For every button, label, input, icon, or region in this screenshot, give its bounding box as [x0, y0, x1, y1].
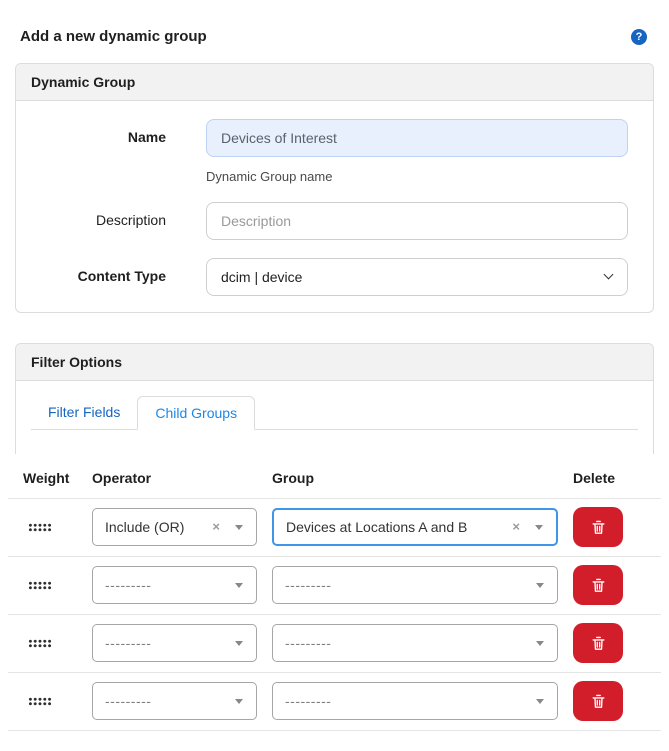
name-field-wrap: Dynamic Group name — [206, 119, 628, 184]
column-header-delete: Delete — [558, 460, 661, 499]
table-row: --------- --------- — [8, 556, 661, 615]
trash-icon — [592, 694, 604, 708]
column-header-operator: Operator — [92, 460, 272, 499]
operator-select[interactable]: --------- — [92, 624, 257, 662]
caret-down-icon — [235, 583, 243, 588]
caret-down-icon — [536, 699, 544, 704]
tab-filter-fields[interactable]: Filter Fields — [31, 396, 137, 430]
page-title: Add a new dynamic group — [20, 28, 207, 45]
drag-handle-icon[interactable] — [28, 522, 52, 532]
operator-placeholder: --------- — [105, 635, 152, 651]
tab-child-groups[interactable]: Child Groups — [137, 396, 256, 430]
delete-row-button[interactable] — [573, 507, 623, 547]
caret-down-icon — [536, 641, 544, 646]
group-select[interactable]: --------- — [272, 682, 558, 720]
trash-icon — [592, 520, 604, 534]
content-type-label: Content Type — [77, 268, 166, 284]
caret-down-icon — [235, 699, 243, 704]
caret-down-icon — [535, 525, 543, 530]
column-header-weight: Weight — [8, 460, 92, 499]
group-placeholder: --------- — [285, 577, 332, 593]
filter-tabs: Filter Fields Child Groups — [31, 396, 638, 430]
delete-row-button[interactable] — [573, 681, 623, 721]
drag-handle-icon[interactable] — [28, 580, 52, 590]
group-select[interactable]: --------- — [272, 566, 558, 604]
table-row: --------- --------- — [8, 614, 661, 673]
caret-down-icon — [536, 583, 544, 588]
caret-down-icon — [235, 525, 243, 530]
operator-placeholder: --------- — [105, 577, 152, 593]
child-groups-table: Weight Operator Group Delete Include (OR… — [8, 460, 661, 731]
name-form-row: Name Dynamic Group name — [41, 119, 628, 184]
name-input[interactable] — [206, 119, 628, 157]
page-header: Add a new dynamic group ? — [20, 28, 647, 45]
column-header-group: Group — [272, 460, 558, 499]
delete-row-button[interactable] — [573, 623, 623, 663]
content-type-selected-value: dcim | device — [221, 269, 303, 285]
trash-icon — [592, 578, 604, 592]
description-form-row: Description — [41, 202, 628, 240]
filter-options-panel: Filter Options Filter Fields Child Group… — [15, 343, 654, 454]
group-selected-value: Devices at Locations A and B — [286, 519, 468, 535]
table-row: Include (OR) × Devices at Locations A an… — [8, 498, 661, 557]
content-type-form-row: Content Type dcim | device — [41, 258, 628, 296]
content-type-field-wrap: dcim | device — [206, 258, 628, 296]
name-label: Name — [127, 129, 166, 145]
operator-selected-value: Include (OR) — [105, 519, 185, 535]
operator-select[interactable]: --------- — [92, 682, 257, 720]
trash-icon — [592, 636, 604, 650]
chevron-down-icon — [603, 269, 614, 280]
group-placeholder: --------- — [285, 693, 332, 709]
delete-row-button[interactable] — [573, 565, 623, 605]
caret-down-icon — [235, 641, 243, 646]
help-icon[interactable]: ? — [631, 28, 647, 45]
description-field-wrap — [206, 202, 628, 240]
filter-options-panel-body: Filter Fields Child Groups — [16, 381, 653, 454]
name-help-text: Dynamic Group name — [206, 169, 333, 184]
drag-handle-icon[interactable] — [28, 696, 52, 706]
clear-selection-icon[interactable]: × — [512, 520, 520, 533]
table-row: --------- --------- — [8, 672, 661, 731]
dynamic-group-panel-title: Dynamic Group — [16, 64, 653, 101]
operator-select[interactable]: --------- — [92, 566, 257, 604]
table-header-row: Weight Operator Group Delete — [8, 460, 661, 499]
description-label: Description — [95, 212, 166, 228]
operator-select[interactable]: Include (OR) × — [92, 508, 257, 546]
description-input[interactable] — [206, 202, 628, 240]
operator-placeholder: --------- — [105, 693, 152, 709]
filter-options-panel-title: Filter Options — [16, 344, 653, 381]
drag-handle-icon[interactable] — [28, 638, 52, 648]
group-placeholder: --------- — [285, 635, 332, 651]
content-type-select[interactable]: dcim | device — [206, 258, 628, 296]
dynamic-group-panel-body: Name Dynamic Group name Description Cont… — [16, 101, 653, 312]
group-select[interactable]: --------- — [272, 624, 558, 662]
dynamic-group-panel: Dynamic Group Name Dynamic Group name De… — [15, 63, 654, 313]
clear-selection-icon[interactable]: × — [212, 520, 220, 533]
group-select[interactable]: Devices at Locations A and B × — [272, 508, 558, 546]
